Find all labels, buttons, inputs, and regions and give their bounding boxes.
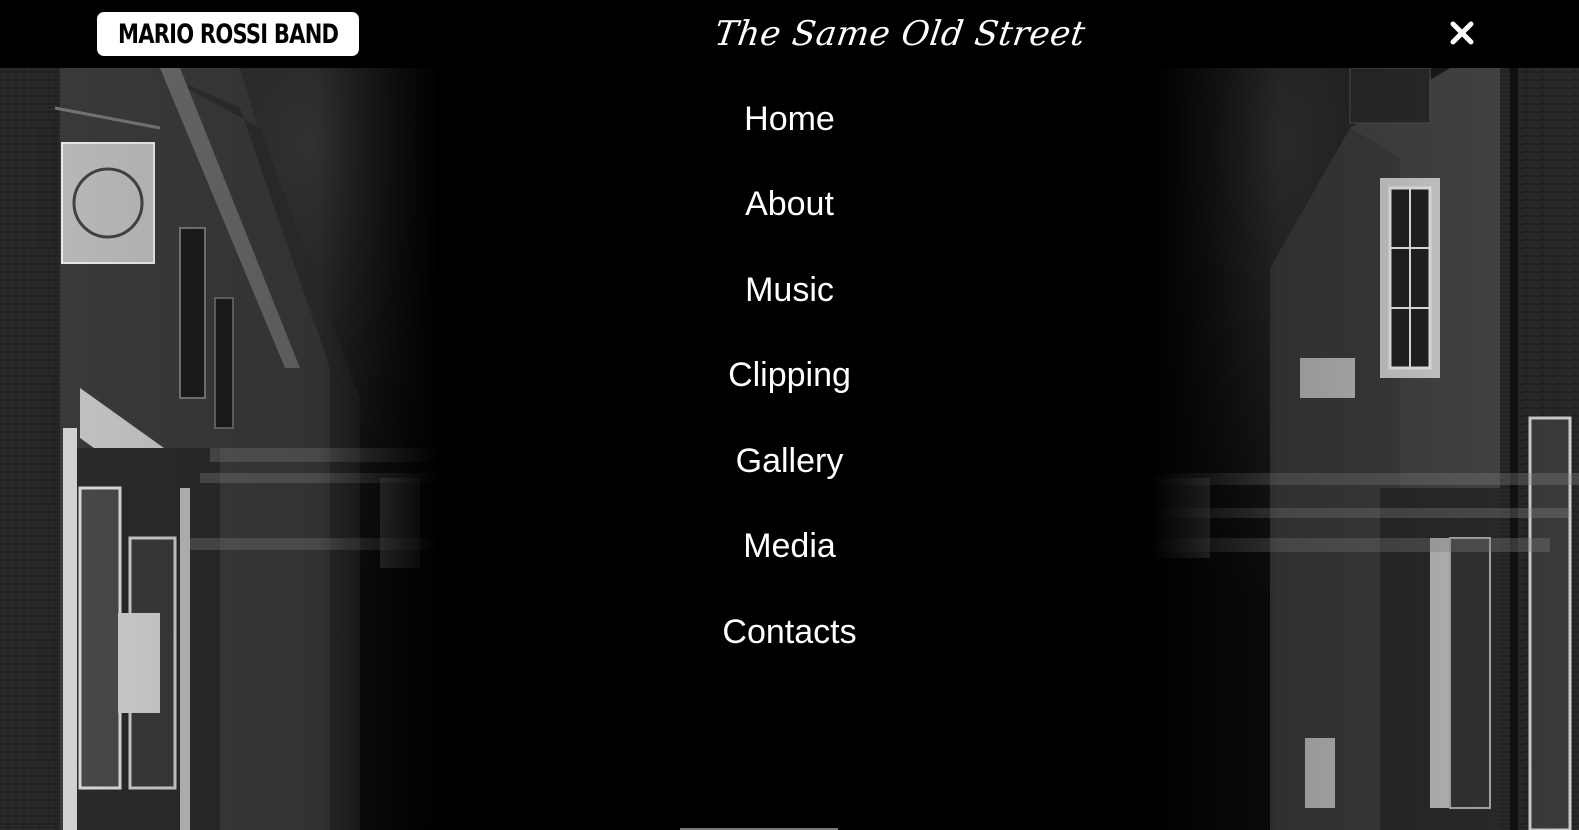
menu-link-about[interactable]: About [739,185,840,223]
close-icon [1450,21,1474,45]
band-logo-text: Mario Rossi Band [117,18,339,50]
menu-link-clipping[interactable]: Clipping [722,356,857,394]
site-title: The Same Old Street [712,14,1088,54]
menu-item-clipping: Clipping [0,350,1579,400]
menu-item-gallery: Gallery [0,436,1579,486]
close-menu-button[interactable] [1449,20,1475,46]
header-bar: Mario Rossi Band The Same Old Street [0,0,1579,68]
menu-item-about: About [0,179,1579,229]
menu-link-home[interactable]: Home [738,100,841,138]
band-logo[interactable]: Mario Rossi Band [97,12,359,56]
menu-item-media: Media [0,521,1579,571]
menu-item-home: Home [0,94,1579,144]
menu-link-contacts[interactable]: Contacts [716,613,862,651]
menu-overlay-page: Mario Rossi Band The Same Old Street [0,0,1579,830]
menu-link-media[interactable]: Media [737,527,842,565]
menu-link-music[interactable]: Music [739,271,840,309]
menu-item-contacts: Contacts [0,607,1579,657]
menu-link-gallery[interactable]: Gallery [730,442,850,480]
menu-item-music: Music [0,265,1579,315]
